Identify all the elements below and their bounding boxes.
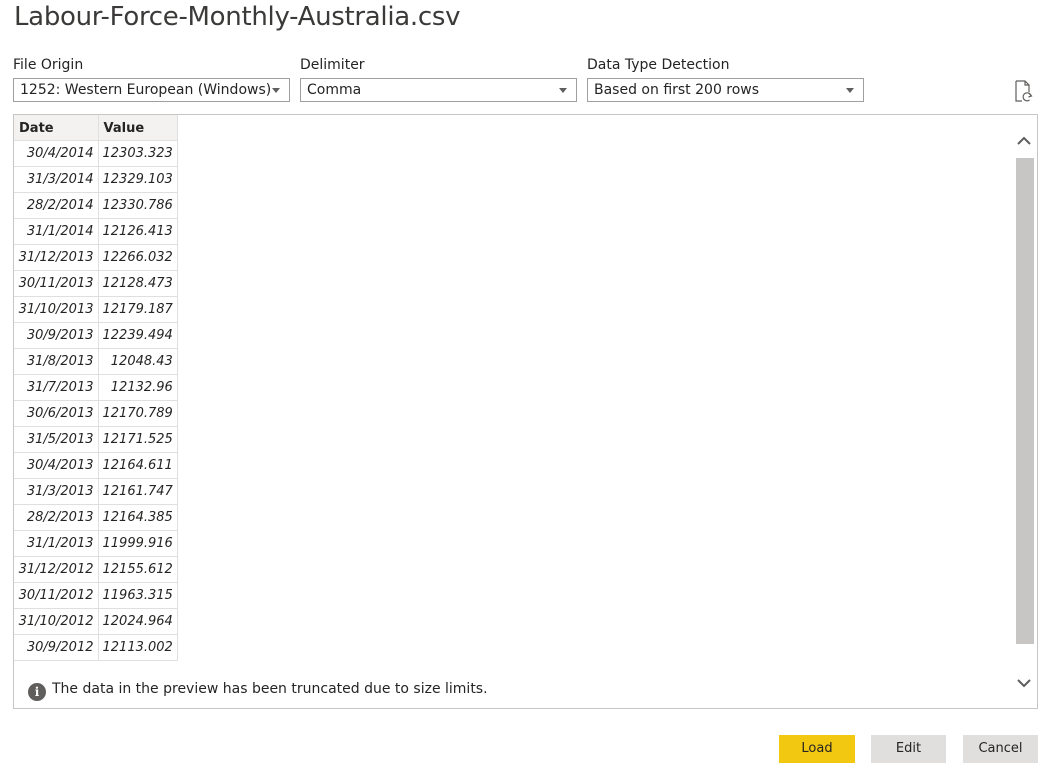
value-cell: 12155.612 [98, 556, 178, 583]
date-cell: 31/5/2013 [14, 426, 99, 453]
refresh-icon[interactable] [1013, 80, 1035, 104]
table-row: 31/12/2013 12266.032 [14, 244, 178, 271]
table-row: 31/7/2013 12132.96 [14, 374, 178, 401]
table-row: 31/1/2014 12126.413 [14, 218, 178, 245]
chevron-up-icon[interactable] [1016, 133, 1032, 149]
date-cell: 30/4/2013 [14, 452, 99, 479]
value-cell: 12266.032 [98, 244, 178, 271]
table-row: 31/8/2013 12048.43 [14, 348, 178, 375]
column-header-value[interactable]: Value [98, 115, 178, 141]
table-row: 31/10/2012 12024.964 [14, 608, 178, 635]
table-row: 28/2/2013 12164.385 [14, 504, 178, 531]
date-cell: 31/1/2014 [14, 218, 99, 245]
value-cell: 12179.187 [98, 296, 178, 323]
edit-button[interactable]: Edit [871, 735, 946, 763]
value-cell: 12132.96 [98, 374, 178, 401]
value-cell: 12170.789 [98, 400, 178, 427]
date-cell: 30/9/2012 [14, 634, 99, 661]
chevron-down-icon [846, 88, 854, 93]
table-row: 31/5/2013 12171.525 [14, 426, 178, 453]
value-cell: 12164.611 [98, 452, 178, 479]
load-button[interactable]: Load [779, 735, 855, 763]
table-row: 30/6/2013 12170.789 [14, 400, 178, 427]
scrollbar-thumb[interactable] [1016, 158, 1034, 644]
value-cell: 12128.473 [98, 270, 178, 297]
date-cell: 31/12/2012 [14, 556, 99, 583]
table-row: 30/11/2012 11963.315 [14, 582, 178, 609]
value-cell: 11999.916 [98, 530, 178, 557]
preview-table: Date Value 30/4/2014 12303.323 31/3/2014 12… [14, 115, 178, 661]
cancel-button[interactable]: Cancel [963, 735, 1038, 763]
table-row: 31/10/2013 12179.187 [14, 296, 178, 323]
table-row: 31/3/2014 12329.103 [14, 166, 178, 193]
date-cell: 31/3/2013 [14, 478, 99, 505]
date-cell: 30/11/2012 [14, 582, 99, 609]
data-type-detection-value: Based on first 200 rows [594, 82, 760, 98]
table-row: 31/12/2012 12155.612 [14, 556, 178, 583]
date-cell: 31/8/2013 [14, 348, 99, 375]
value-cell: 12303.323 [98, 140, 178, 167]
chevron-down-icon[interactable] [1016, 675, 1032, 691]
table-row: 30/11/2013 12128.473 [14, 270, 178, 297]
date-cell: 30/6/2013 [14, 400, 99, 427]
date-cell: 31/1/2013 [14, 530, 99, 557]
data-preview-panel: Date Value 30/4/2014 12303.323 31/3/2014 12… [13, 114, 1038, 709]
value-cell: 12171.525 [98, 426, 178, 453]
value-cell: 12024.964 [98, 608, 178, 635]
truncation-notice: i The data in the preview has been trunca… [28, 681, 488, 701]
table-row: 28/2/2014 12330.786 [14, 192, 178, 219]
value-cell: 12239.494 [98, 322, 178, 349]
value-cell: 11963.315 [98, 582, 178, 609]
value-cell: 12126.413 [98, 218, 178, 245]
chevron-down-icon [559, 88, 567, 93]
dialog-title: Labour-Force-Monthly-Australia.csv [14, 2, 461, 32]
file-origin-value: 1252: Western European (Windows) [20, 82, 272, 98]
truncation-notice-text: The data in the preview has been truncat… [52, 681, 488, 697]
table-row: 30/9/2012 12113.002 [14, 634, 178, 661]
date-cell: 30/4/2014 [14, 140, 99, 167]
date-cell: 30/9/2013 [14, 322, 99, 349]
date-cell: 31/10/2012 [14, 608, 99, 635]
file-origin-label: File Origin [13, 57, 84, 73]
date-cell: 28/2/2014 [14, 192, 99, 219]
value-cell: 12164.385 [98, 504, 178, 531]
delimiter-value: Comma [307, 82, 362, 98]
vertical-scrollbar[interactable] [1014, 129, 1034, 695]
date-cell: 31/7/2013 [14, 374, 99, 401]
table-row: 31/1/2013 11999.916 [14, 530, 178, 557]
value-cell: 12113.002 [98, 634, 178, 661]
date-cell: 31/10/2013 [14, 296, 99, 323]
date-cell: 30/11/2013 [14, 270, 99, 297]
value-cell: 12329.103 [98, 166, 178, 193]
chevron-down-icon [272, 88, 280, 93]
value-cell: 12161.747 [98, 478, 178, 505]
data-type-detection-label: Data Type Detection [587, 57, 730, 73]
column-header-date[interactable]: Date [14, 115, 99, 141]
date-cell: 31/3/2014 [14, 166, 99, 193]
table-row: 30/9/2013 12239.494 [14, 322, 178, 349]
delimiter-select[interactable]: Comma [300, 78, 577, 102]
file-origin-select[interactable]: 1252: Western European (Windows) [13, 78, 290, 102]
table-row: 30/4/2013 12164.611 [14, 452, 178, 479]
table-row: 30/4/2014 12303.323 [14, 140, 178, 167]
value-cell: 12330.786 [98, 192, 178, 219]
date-cell: 31/12/2013 [14, 244, 99, 271]
info-icon: i [28, 683, 46, 701]
delimiter-label: Delimiter [300, 57, 365, 73]
date-cell: 28/2/2013 [14, 504, 99, 531]
data-type-detection-select[interactable]: Based on first 200 rows [587, 78, 864, 102]
table-row: 31/3/2013 12161.747 [14, 478, 178, 505]
value-cell: 12048.43 [98, 348, 178, 375]
